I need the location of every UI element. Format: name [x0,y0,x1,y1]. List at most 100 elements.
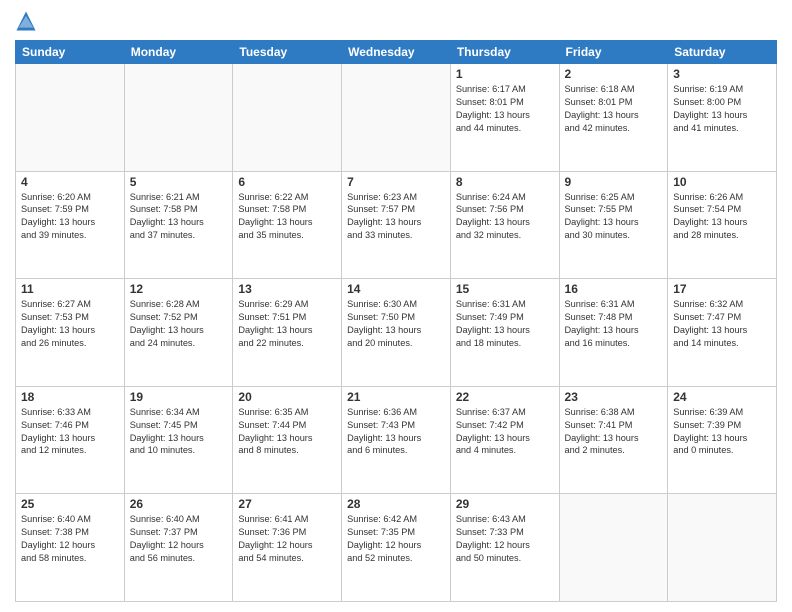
calendar-cell: 28 Sunrise: 6:42 AM Sunset: 7:35 PM Dayli… [342,494,451,602]
calendar-cell [16,64,125,172]
calendar-cell: 1Sunrise: 6:17 AM Sunset: 8:01 PM Daylig… [450,64,559,172]
calendar-cell: 9 Sunrise: 6:25 AM Sunset: 7:55 PM Daylig… [559,171,668,279]
day-number: 14 [347,282,445,296]
day-info: Sunrise: 6:42 AM Sunset: 7:35 PM Dayligh… [347,513,445,565]
day-info: Sunrise: 6:41 AM Sunset: 7:36 PM Dayligh… [238,513,336,565]
day-number: 23 [565,390,663,404]
calendar-cell: 5Sunrise: 6:21 AM Sunset: 7:58 PM Daylig… [124,171,233,279]
day-info: Sunrise: 6:26 AM Sunset: 7:54 PM Dayligh… [673,191,771,243]
day-number: 4 [21,175,119,189]
day-info: Sunrise: 6:18 AM Sunset: 8:01 PM Dayligh… [565,83,663,135]
day-number: 26 [130,497,228,511]
day-info: Sunrise: 6:34 AM Sunset: 7:45 PM Dayligh… [130,406,228,458]
calendar-cell: 22 Sunrise: 6:37 AM Sunset: 7:42 PM Dayli… [450,386,559,494]
day-info: Sunrise: 6:30 AM Sunset: 7:50 PM Dayligh… [347,298,445,350]
day-info: Sunrise: 6:28 AM Sunset: 7:52 PM Dayligh… [130,298,228,350]
calendar-cell [559,494,668,602]
day-number: 16 [565,282,663,296]
day-number: 6 [238,175,336,189]
day-number: 9 [565,175,663,189]
day-info: Sunrise: 6:27 AM Sunset: 7:53 PM Dayligh… [21,298,119,350]
calendar-cell: 15 Sunrise: 6:31 AM Sunset: 7:49 PM Dayli… [450,279,559,387]
logo [15,10,41,32]
day-number: 17 [673,282,771,296]
day-info: Sunrise: 6:35 AM Sunset: 7:44 PM Dayligh… [238,406,336,458]
day-info: Sunrise: 6:38 AM Sunset: 7:41 PM Dayligh… [565,406,663,458]
calendar-cell: 2 Sunrise: 6:18 AM Sunset: 8:01 PM Daylig… [559,64,668,172]
week-row-1: 1Sunrise: 6:17 AM Sunset: 8:01 PM Daylig… [16,64,777,172]
calendar-cell: 8 Sunrise: 6:24 AM Sunset: 7:56 PM Daylig… [450,171,559,279]
day-info: Sunrise: 6:20 AM Sunset: 7:59 PM Dayligh… [21,191,119,243]
calendar-table: SundayMondayTuesdayWednesdayThursdayFrid… [15,40,777,602]
day-number: 8 [456,175,554,189]
day-number: 21 [347,390,445,404]
calendar-cell [124,64,233,172]
calendar-cell: 10 Sunrise: 6:26 AM Sunset: 7:54 PM Dayli… [668,171,777,279]
calendar-cell: 7 Sunrise: 6:23 AM Sunset: 7:57 PM Daylig… [342,171,451,279]
col-header-thursday: Thursday [450,41,559,64]
day-number: 11 [21,282,119,296]
calendar-cell: 14 Sunrise: 6:30 AM Sunset: 7:50 PM Dayli… [342,279,451,387]
day-number: 10 [673,175,771,189]
calendar-cell [668,494,777,602]
day-number: 12 [130,282,228,296]
calendar-cell: 11 Sunrise: 6:27 AM Sunset: 7:53 PM Dayli… [16,279,125,387]
week-row-5: 25 Sunrise: 6:40 AM Sunset: 7:38 PM Dayli… [16,494,777,602]
day-info: Sunrise: 6:29 AM Sunset: 7:51 PM Dayligh… [238,298,336,350]
calendar-cell: 26 Sunrise: 6:40 AM Sunset: 7:37 PM Dayli… [124,494,233,602]
day-info: Sunrise: 6:17 AM Sunset: 8:01 PM Dayligh… [456,83,554,135]
calendar-cell: 21Sunrise: 6:36 AM Sunset: 7:43 PM Dayli… [342,386,451,494]
day-number: 18 [21,390,119,404]
day-info: Sunrise: 6:25 AM Sunset: 7:55 PM Dayligh… [565,191,663,243]
week-row-2: 4 Sunrise: 6:20 AM Sunset: 7:59 PM Daylig… [16,171,777,279]
day-info: Sunrise: 6:40 AM Sunset: 7:37 PM Dayligh… [130,513,228,565]
week-row-3: 11 Sunrise: 6:27 AM Sunset: 7:53 PM Dayli… [16,279,777,387]
day-number: 20 [238,390,336,404]
calendar-cell: 24 Sunrise: 6:39 AM Sunset: 7:39 PM Dayli… [668,386,777,494]
day-number: 24 [673,390,771,404]
calendar-cell: 23 Sunrise: 6:38 AM Sunset: 7:41 PM Dayli… [559,386,668,494]
col-header-wednesday: Wednesday [342,41,451,64]
day-info: Sunrise: 6:40 AM Sunset: 7:38 PM Dayligh… [21,513,119,565]
day-number: 2 [565,67,663,81]
calendar-cell: 3Sunrise: 6:19 AM Sunset: 8:00 PM Daylig… [668,64,777,172]
day-info: Sunrise: 6:32 AM Sunset: 7:47 PM Dayligh… [673,298,771,350]
calendar-cell [233,64,342,172]
calendar-cell: 25 Sunrise: 6:40 AM Sunset: 7:38 PM Dayli… [16,494,125,602]
calendar-cell: 6 Sunrise: 6:22 AM Sunset: 7:58 PM Daylig… [233,171,342,279]
col-header-sunday: Sunday [16,41,125,64]
day-number: 19 [130,390,228,404]
calendar-cell: 19 Sunrise: 6:34 AM Sunset: 7:45 PM Dayli… [124,386,233,494]
calendar-cell: 27 Sunrise: 6:41 AM Sunset: 7:36 PM Dayli… [233,494,342,602]
calendar-cell: 20 Sunrise: 6:35 AM Sunset: 7:44 PM Dayli… [233,386,342,494]
col-header-monday: Monday [124,41,233,64]
day-info: Sunrise: 6:31 AM Sunset: 7:49 PM Dayligh… [456,298,554,350]
day-info: Sunrise: 6:33 AM Sunset: 7:46 PM Dayligh… [21,406,119,458]
day-info: Sunrise: 6:43 AM Sunset: 7:33 PM Dayligh… [456,513,554,565]
logo-icon [15,10,37,32]
day-info: Sunrise: 6:24 AM Sunset: 7:56 PM Dayligh… [456,191,554,243]
calendar-cell: 29Sunrise: 6:43 AM Sunset: 7:33 PM Dayli… [450,494,559,602]
calendar-cell: 16Sunrise: 6:31 AM Sunset: 7:48 PM Dayli… [559,279,668,387]
day-number: 22 [456,390,554,404]
day-info: Sunrise: 6:21 AM Sunset: 7:58 PM Dayligh… [130,191,228,243]
header [15,10,777,32]
calendar-header-row: SundayMondayTuesdayWednesdayThursdayFrid… [16,41,777,64]
day-number: 27 [238,497,336,511]
calendar-cell: 13 Sunrise: 6:29 AM Sunset: 7:51 PM Dayli… [233,279,342,387]
day-number: 15 [456,282,554,296]
day-info: Sunrise: 6:22 AM Sunset: 7:58 PM Dayligh… [238,191,336,243]
day-info: Sunrise: 6:39 AM Sunset: 7:39 PM Dayligh… [673,406,771,458]
day-info: Sunrise: 6:23 AM Sunset: 7:57 PM Dayligh… [347,191,445,243]
day-number: 25 [21,497,119,511]
day-info: Sunrise: 6:19 AM Sunset: 8:00 PM Dayligh… [673,83,771,135]
calendar-cell [342,64,451,172]
col-header-saturday: Saturday [668,41,777,64]
day-number: 13 [238,282,336,296]
col-header-tuesday: Tuesday [233,41,342,64]
page: SundayMondayTuesdayWednesdayThursdayFrid… [0,0,792,612]
calendar-cell: 4 Sunrise: 6:20 AM Sunset: 7:59 PM Daylig… [16,171,125,279]
day-info: Sunrise: 6:37 AM Sunset: 7:42 PM Dayligh… [456,406,554,458]
day-number: 28 [347,497,445,511]
day-number: 7 [347,175,445,189]
